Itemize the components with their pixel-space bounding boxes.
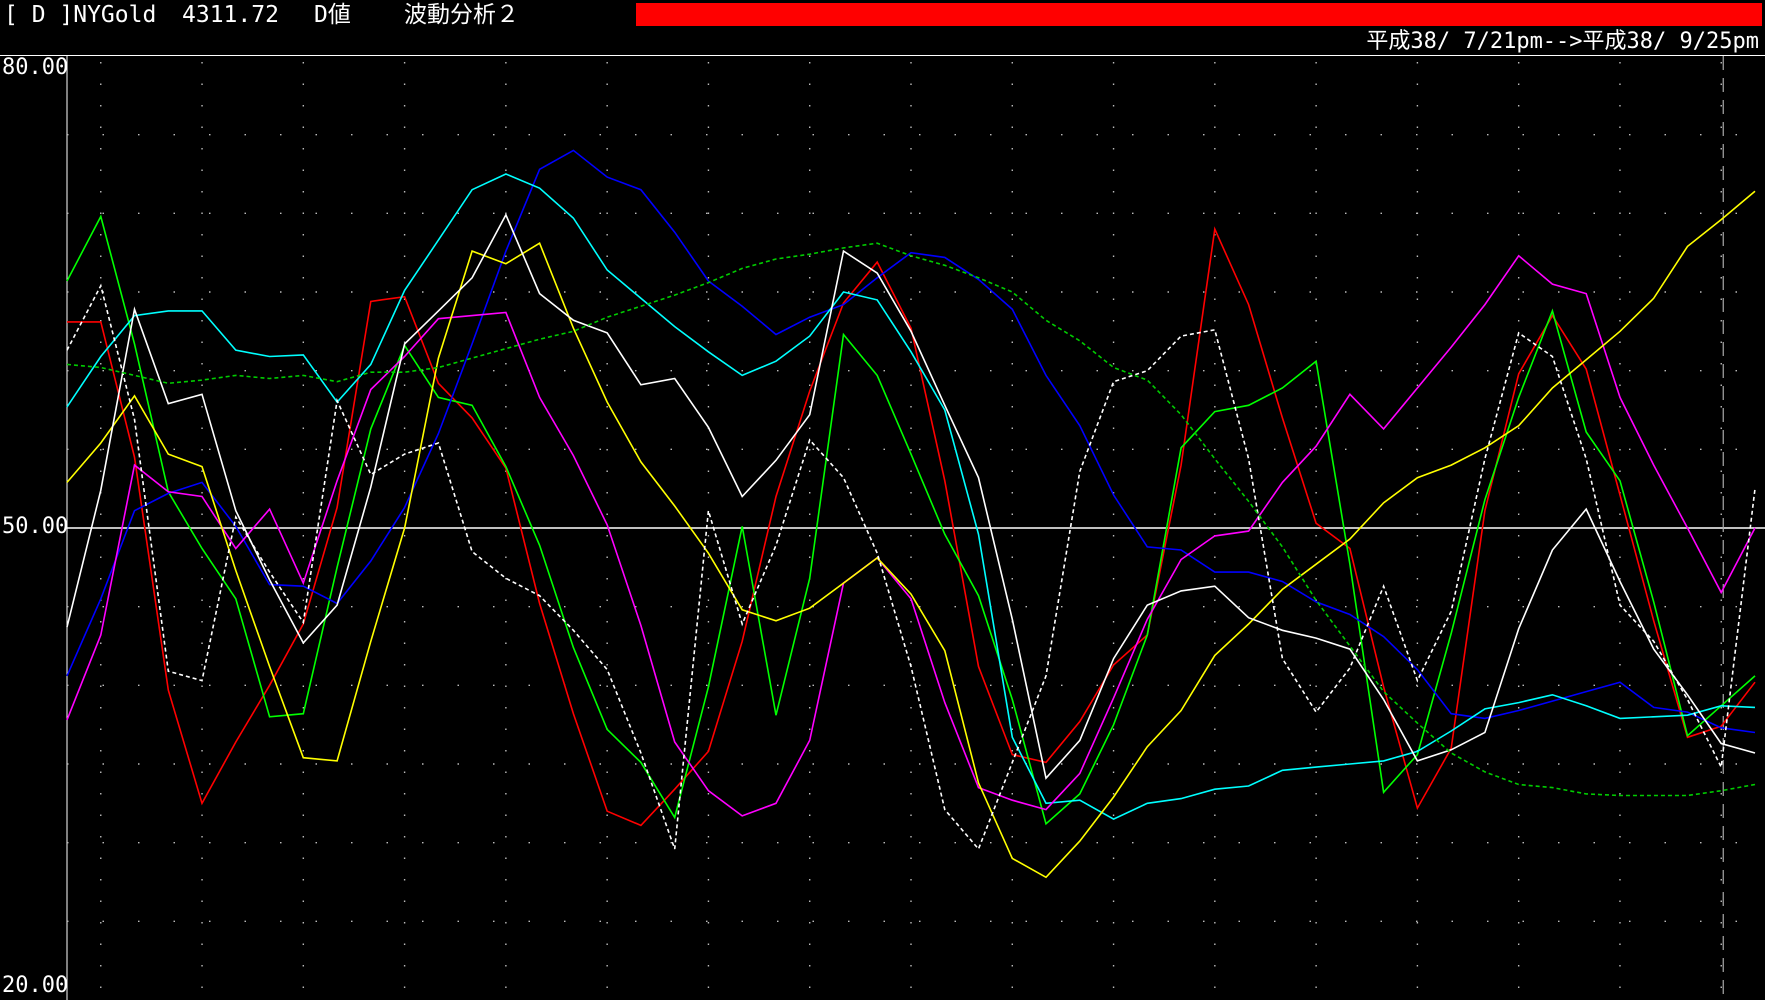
series-line-9 [66,242,1756,797]
y-tick-label-mid: 50.00 [2,514,69,539]
series-line-2 [66,214,1756,826]
line-chart [66,56,1765,1000]
y-tick-label-max: 80.00 [2,55,69,80]
series-line-4 [66,173,1756,820]
y-tick-label-min: 20.00 [2,973,69,998]
